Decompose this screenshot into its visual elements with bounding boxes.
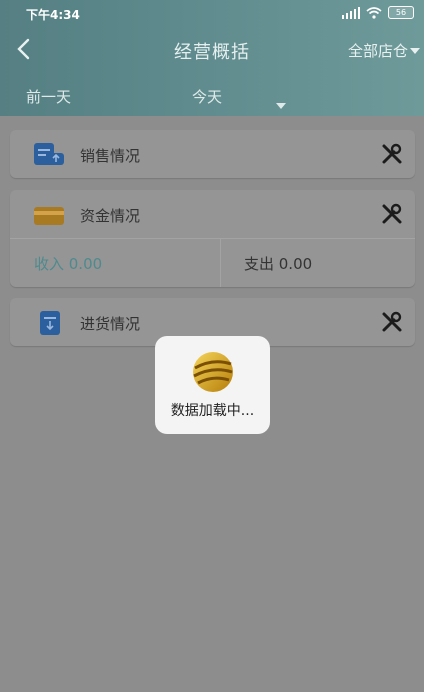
store-selector-label: 全部店仓 <box>347 42 408 60</box>
store-selector[interactable]: 全部店仓 <box>348 40 420 61</box>
battery-icon: 56 <box>388 6 414 19</box>
tools-icon[interactable] <box>381 311 403 333</box>
loading-spinner-icon <box>189 350 237 394</box>
prev-day-button[interactable]: 前一天 <box>26 86 71 107</box>
sales-card-label: 销售情况 <box>80 147 141 165</box>
divider <box>220 239 221 287</box>
nav-bar: 经营概括 全部店仓 <box>0 28 424 72</box>
loading-dialog: 数据加载中... <box>155 336 270 434</box>
signal-icon <box>342 6 360 19</box>
funds-card-label: 资金情况 <box>80 207 141 225</box>
status-time: 下午4:34 <box>26 8 80 22</box>
sales-card-header[interactable]: 销售情况 <box>10 130 415 178</box>
caret-down-icon[interactable] <box>276 94 286 113</box>
header: 下午4:34 56 经营概括 全部店仓 前一天 今天 <box>0 0 424 116</box>
loading-text: 数据加载中... <box>170 403 255 419</box>
date-bar: 前一天 今天 <box>0 80 424 114</box>
wifi-icon <box>366 6 382 19</box>
status-icons: 56 <box>342 6 414 19</box>
funds-card: 资金情况 收入 0.00 支出 0.00 <box>10 190 415 287</box>
tools-icon[interactable] <box>381 143 403 165</box>
status-bar: 下午4:34 56 <box>0 0 424 26</box>
caret-down-icon <box>410 47 420 54</box>
income-value[interactable]: 收入 0.00 <box>34 253 102 274</box>
date-selector[interactable]: 今天 <box>192 86 222 107</box>
funds-summary-row: 收入 0.00 支出 0.00 <box>10 238 415 287</box>
purchase-card-label: 进货情况 <box>80 315 141 333</box>
funds-card-header[interactable]: 资金情况 <box>10 190 415 238</box>
purchase-icon <box>32 309 66 337</box>
wallet-icon <box>32 201 66 229</box>
expense-value[interactable]: 支出 0.00 <box>244 253 312 274</box>
tools-icon[interactable] <box>381 203 403 225</box>
sales-card[interactable]: 销售情况 <box>10 130 415 178</box>
sales-icon <box>32 141 66 169</box>
